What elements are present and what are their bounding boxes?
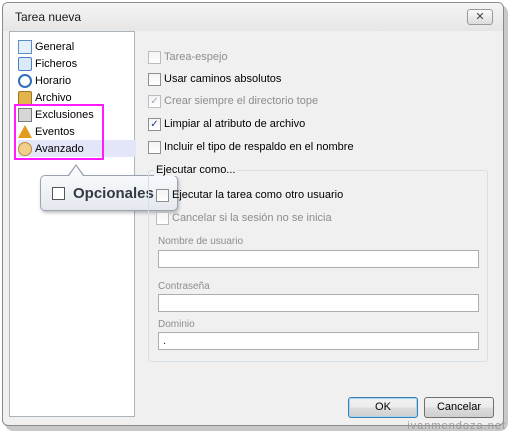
checkbox[interactable] — [148, 50, 161, 64]
sidebar-item-label: Ficheros — [35, 57, 78, 70]
ok-button[interactable]: OK — [348, 397, 418, 418]
callout-label: Opcionales — [73, 184, 154, 202]
option-label: Tarea-espejo — [164, 51, 228, 63]
option-label: Cancelar si la sesión no se inicia — [172, 212, 332, 224]
window-title: Tarea nueva — [15, 10, 82, 24]
option-label: Limpiar al atributo de archivo — [164, 118, 306, 130]
option-label: Incluir el tipo de respaldo en el nombre — [164, 141, 354, 153]
option-limpiar-atributo[interactable]: ✓ Limpiar al atributo de archivo — [148, 116, 305, 132]
highlight-box — [14, 104, 104, 160]
cancel-button[interactable]: Cancelar — [424, 397, 494, 418]
archive-icon — [18, 90, 32, 105]
checkbox-checked[interactable]: ✓ — [148, 94, 161, 108]
option-label: Usar caminos absolutos — [164, 73, 282, 85]
option-usar-caminos-absolutos[interactable]: Usar caminos absolutos — [148, 71, 281, 87]
username-field[interactable] — [158, 250, 479, 268]
checkbox[interactable] — [148, 140, 161, 154]
option-label: Crear siempre el directorio tope — [164, 95, 319, 107]
sidebar-item-ficheros[interactable]: Ficheros — [18, 55, 136, 72]
domain-label: Dominio — [158, 319, 195, 330]
password-field[interactable] — [158, 294, 479, 312]
run-as-group-title: Ejecutar como... — [154, 164, 238, 176]
option-tarea-espejo[interactable]: Tarea-espejo — [148, 49, 228, 65]
option-crear-directorio-tope[interactable]: ✓ Crear siempre el directorio tope — [148, 93, 318, 109]
checkbox-checked[interactable]: ✓ — [148, 117, 161, 131]
close-button[interactable]: ✕ — [467, 9, 493, 25]
clock-icon — [18, 73, 32, 88]
checkbox[interactable] — [156, 211, 169, 225]
checkbox[interactable] — [148, 72, 161, 86]
option-label: Ejecutar la tarea como otro usuario — [172, 189, 344, 201]
username-label: Nombre de usuario — [158, 236, 244, 247]
sidebar-item-label: Archivo — [35, 91, 72, 104]
files-icon — [18, 56, 32, 71]
option-run-other-user[interactable]: Ejecutar la tarea como otro usuario — [156, 187, 343, 203]
sidebar-item-general[interactable]: General — [18, 38, 136, 55]
sidebar-item-horario[interactable]: Horario — [18, 72, 136, 89]
title-bar[interactable]: Tarea nueva ✕ — [3, 3, 503, 31]
option-incluir-tipo-respaldo[interactable]: Incluir el tipo de respaldo en el nombre — [148, 139, 354, 155]
close-icon: ✕ — [475, 11, 485, 23]
option-cancel-on-logoff[interactable]: Cancelar si la sesión no se inicia — [156, 210, 332, 226]
password-label: Contraseña — [158, 281, 210, 292]
domain-field[interactable]: . — [158, 332, 479, 350]
checkbox-icon — [52, 186, 65, 200]
general-icon — [18, 39, 32, 54]
callout-tail-inner — [69, 166, 83, 176]
sidebar-item-label: Horario — [35, 74, 72, 87]
sidebar-item-label: General — [35, 40, 75, 53]
watermark: ivanmendoza.net — [407, 420, 506, 432]
checkbox[interactable] — [156, 188, 169, 202]
